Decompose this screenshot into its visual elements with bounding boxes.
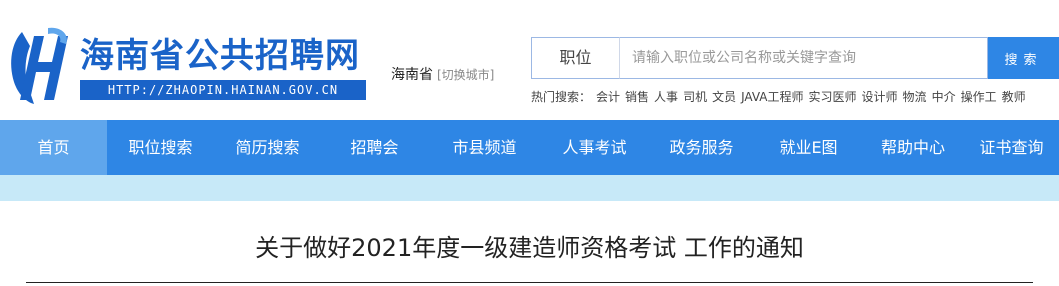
site-header: 海南省公共招聘网 HTTP://ZHAOPIN.HAINAN.GOV.CN 海南… (0, 0, 1059, 120)
hot-search-link[interactable]: 中介 (932, 90, 956, 104)
nav-item-employment-map[interactable]: 就业E图 (755, 120, 862, 175)
sub-nav-bar (0, 175, 1059, 201)
nav-item-job-search[interactable]: 职位搜索 (107, 120, 214, 175)
hot-search-link[interactable]: 销售 (625, 90, 649, 104)
logo-h-icon (11, 27, 68, 104)
hot-searches: 热门搜索： 会计 销售 人事 司机 文员 JAVA工程师 实习医师 设计师 物流 中介 操作工 教师 (531, 88, 1026, 105)
hot-search-link[interactable]: 操作工 (961, 90, 997, 104)
nav-item-certificate-query[interactable]: 证书查询 (964, 120, 1059, 175)
article-title: 关于做好2021年度一级建造师资格考试 工作的通知 (255, 234, 804, 262)
city-name: 海南省 (391, 67, 433, 83)
hot-search-link[interactable]: 文员 (712, 90, 736, 104)
hot-search-link[interactable]: 人事 (654, 90, 678, 104)
hot-search-link[interactable]: 物流 (903, 90, 927, 104)
main-nav: 首页 职位搜索 简历搜索 招聘会 市县频道 人事考试 政务服务 就业E图 帮助中… (0, 120, 1059, 175)
hot-search-link[interactable]: 设计师 (862, 90, 898, 104)
nav-item-home[interactable]: 首页 (0, 120, 107, 175)
search-input[interactable] (619, 37, 988, 79)
hot-searches-label: 热门搜索： (531, 90, 592, 104)
search-bar: 职位 搜索 (531, 37, 1059, 79)
nav-item-resume-search[interactable]: 简历搜索 (214, 120, 321, 175)
nav-item-government-services[interactable]: 政务服务 (648, 120, 755, 175)
title-divider (26, 282, 1033, 283)
site-logo[interactable]: 海南省公共招聘网 HTTP://ZHAOPIN.HAINAN.GOV.CN (0, 18, 380, 108)
nav-item-job-fair[interactable]: 招聘会 (321, 120, 428, 175)
search-category-select[interactable]: 职位 (531, 37, 619, 79)
hot-search-link[interactable]: 司机 (683, 90, 707, 104)
switch-city-link[interactable]: [切换城市] (437, 68, 494, 82)
hot-search-link[interactable]: 实习医师 (809, 90, 857, 104)
site-title: 海南省公共招聘网 (80, 36, 360, 76)
nav-item-help-center[interactable]: 帮助中心 (862, 120, 964, 175)
city-selector: 海南省 [切换城市] (391, 64, 494, 84)
hot-search-link[interactable]: JAVA工程师 (741, 90, 803, 104)
hot-search-link[interactable]: 会计 (596, 90, 620, 104)
hot-search-link[interactable]: 教师 (1002, 90, 1026, 104)
nav-item-city-channel[interactable]: 市县频道 (428, 120, 541, 175)
search-button[interactable]: 搜索 (988, 37, 1059, 79)
nav-item-personnel-exam[interactable]: 人事考试 (541, 120, 648, 175)
site-url: HTTP://ZHAOPIN.HAINAN.GOV.CN (80, 80, 366, 100)
